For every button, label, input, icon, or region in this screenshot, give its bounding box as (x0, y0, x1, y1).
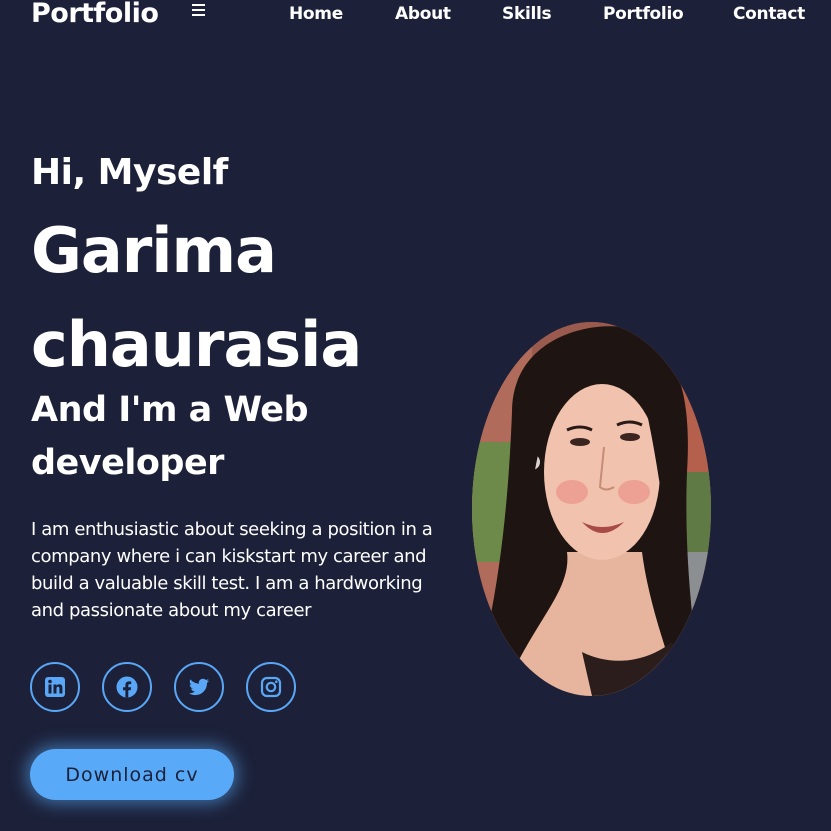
nav-portfolio[interactable]: Portfolio (603, 4, 684, 24)
profile-photo (472, 322, 711, 696)
hamburger-menu-icon[interactable] (192, 4, 205, 16)
download-cv-button[interactable]: Download cv (30, 749, 234, 800)
nav-contact[interactable]: Contact (733, 4, 805, 24)
twitter-link[interactable] (174, 662, 224, 712)
hero-bio: I am enthusiastic about seeking a positi… (31, 519, 433, 621)
nav-about[interactable]: About (395, 4, 451, 24)
linkedin-icon (45, 677, 65, 697)
hero-greeting: Hi, Myself (31, 152, 228, 193)
twitter-icon (189, 678, 209, 696)
hero-role: And I'm a Web developer (31, 390, 309, 483)
logo[interactable]: Portfolio (31, 0, 159, 29)
social-links (30, 662, 310, 712)
instagram-icon (260, 676, 282, 698)
linkedin-link[interactable] (30, 662, 80, 712)
nav-home[interactable]: Home (289, 4, 343, 24)
instagram-link[interactable] (246, 662, 296, 712)
facebook-link[interactable] (102, 662, 152, 712)
hero-name: Garima chaurasia (31, 214, 362, 381)
facebook-icon (116, 676, 138, 698)
nav-skills[interactable]: Skills (502, 4, 552, 24)
navbar: Portfolio Home About Skills Portfolio Co… (0, 0, 831, 32)
